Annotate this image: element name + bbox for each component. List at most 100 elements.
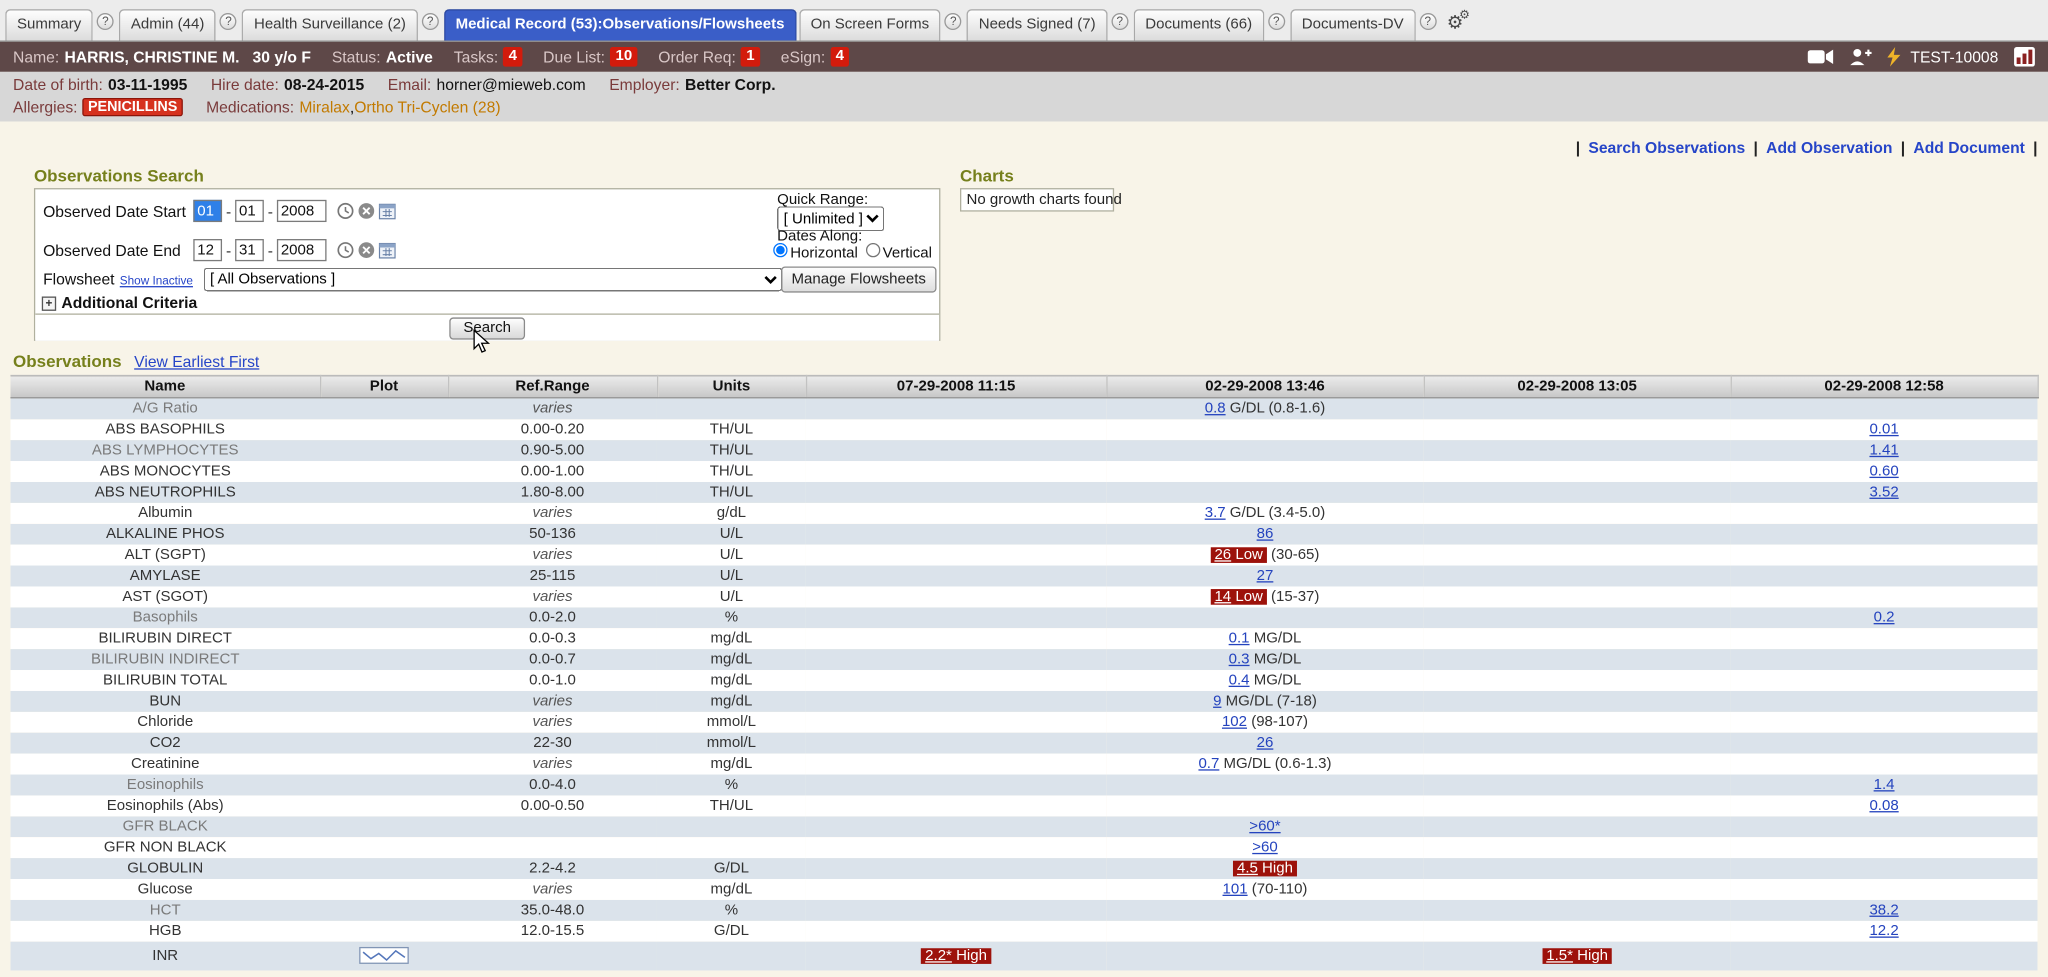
medication-link-ortho-tri-cyclen[interactable]: Ortho Tri-Cyclen (28) — [354, 98, 500, 116]
radio-horizontal[interactable]: Horizontal — [773, 243, 858, 261]
observation-row: ABS MONOCYTES0.00-1.00TH/UL0.60 — [10, 461, 2037, 482]
chart-icon[interactable] — [2014, 47, 2035, 67]
observation-value-link[interactable]: 0.1 — [1229, 631, 1250, 647]
observation-value-link[interactable]: 9 — [1213, 694, 1221, 710]
observation-value-link[interactable]: 0.7 — [1198, 756, 1219, 772]
clear-date-icon[interactable] — [358, 242, 375, 259]
plot-cell — [320, 440, 448, 461]
tasks-badge[interactable]: 4 — [503, 47, 522, 67]
abnormal-value-badge[interactable]: 4.5 High — [1233, 861, 1297, 877]
due-list-badge[interactable]: 10 — [610, 47, 637, 67]
gear-icon[interactable]: ⚙⚙ — [1447, 12, 1463, 34]
additional-criteria-toggle[interactable]: + Additional Criteria — [42, 294, 197, 312]
order-req-badge[interactable]: 1 — [741, 47, 760, 67]
help-icon[interactable]: ? — [1268, 12, 1285, 29]
tab-documents[interactable]: Documents (66) — [1134, 9, 1264, 40]
observation-value-link[interactable]: >60* — [1249, 819, 1280, 835]
help-icon[interactable]: ? — [422, 12, 439, 29]
time-picker-icon[interactable] — [337, 202, 354, 219]
calendar-icon[interactable] — [379, 242, 396, 259]
view-earliest-first-link[interactable]: View Earliest First — [134, 353, 259, 371]
observation-value-link[interactable]: 3.7 — [1205, 505, 1226, 521]
inr-sparkline[interactable] — [359, 948, 409, 965]
time-picker-icon[interactable] — [337, 242, 354, 259]
calendar-icon[interactable] — [379, 202, 396, 219]
date-start-year-input[interactable] — [277, 200, 327, 222]
help-icon[interactable]: ? — [97, 12, 114, 29]
link-add-document[interactable]: Add Document — [1913, 138, 2024, 156]
tab-label: Admin (44) — [131, 17, 204, 33]
observation-value-link[interactable]: 0.01 — [1869, 422, 1898, 438]
observation-value-link[interactable]: 27 — [1257, 568, 1274, 584]
value-cell — [1731, 879, 2038, 900]
observation-value-link[interactable]: 26 — [1257, 735, 1274, 751]
video-camera-icon[interactable] — [1807, 48, 1833, 65]
date-start-month-input[interactable] — [193, 200, 222, 222]
radio-vertical[interactable]: Vertical — [866, 243, 932, 261]
observation-value-link[interactable]: 38.2 — [1869, 903, 1898, 919]
units-cell: U/L — [657, 524, 806, 545]
date-start-day-input[interactable] — [235, 200, 264, 222]
date-end-month-input[interactable] — [193, 239, 222, 261]
value-cell: 2.2* High — [806, 942, 1106, 971]
tab-medical-record-active[interactable]: Medical Record (53):Observations/Flowshe… — [444, 9, 796, 40]
lightning-icon[interactable] — [1887, 47, 1900, 67]
tab-on-screen-forms[interactable]: On Screen Forms — [799, 9, 941, 40]
charts-empty-message: No growth charts found — [960, 188, 1114, 212]
quick-range-select[interactable]: [ Unlimited ] — [777, 206, 884, 231]
observation-value-link[interactable]: 12.2 — [1869, 923, 1898, 939]
observation-value-link[interactable]: 1.41 — [1869, 443, 1898, 459]
tab-health-surveillance[interactable]: Health Surveillance (2) — [242, 9, 417, 40]
date-separator: - — [268, 241, 273, 259]
tab-documents-dv[interactable]: Documents-DV — [1290, 9, 1415, 40]
observation-value-link[interactable]: 0.8 — [1205, 401, 1226, 417]
expand-plus-icon[interactable]: + — [42, 296, 56, 310]
value-cell — [1424, 586, 1731, 607]
abnormal-value-badge[interactable]: 14 Low — [1211, 589, 1267, 605]
value-cell — [1731, 503, 2038, 524]
value-cell: 27 — [1106, 566, 1423, 587]
clear-date-icon[interactable] — [358, 202, 375, 219]
date-end-day-input[interactable] — [235, 239, 264, 261]
observation-value-link[interactable]: 0.3 — [1229, 652, 1250, 668]
plot-cell — [320, 566, 448, 587]
help-icon[interactable]: ? — [220, 12, 237, 29]
observation-value-link[interactable]: 0.2 — [1874, 610, 1895, 626]
medication-link-miralax[interactable]: Miralax — [299, 98, 350, 116]
esign-badge[interactable]: 4 — [830, 47, 849, 67]
help-icon[interactable]: ? — [945, 12, 962, 29]
plot-cell — [320, 712, 448, 733]
value-cell — [1424, 649, 1731, 670]
help-icon[interactable]: ? — [1111, 12, 1128, 29]
observation-value-link[interactable]: 3.52 — [1869, 485, 1898, 501]
flowsheet-select[interactable]: [ All Observations ] — [203, 268, 782, 292]
manage-flowsheets-button[interactable]: Manage Flowsheets — [781, 266, 936, 292]
add-person-icon[interactable] — [1849, 48, 1871, 65]
tab-summary[interactable]: Summary — [5, 9, 93, 40]
observation-value-link[interactable]: 102 — [1222, 714, 1247, 730]
observation-value-link[interactable]: 0.60 — [1869, 464, 1898, 480]
observation-value-link[interactable]: 0.4 — [1229, 673, 1250, 689]
observation-name: HGB — [10, 921, 320, 942]
value-cell — [1106, 775, 1423, 796]
observation-value-link[interactable]: 0.08 — [1869, 798, 1898, 814]
observation-value-link[interactable]: 101 — [1223, 882, 1248, 898]
plot-cell — [320, 858, 448, 879]
value-cell: 0.01 — [1731, 419, 2038, 440]
observation-value-link[interactable]: 1.4 — [1874, 777, 1895, 793]
observation-value-link[interactable]: 86 — [1257, 526, 1274, 542]
help-icon[interactable]: ? — [1419, 12, 1436, 29]
abnormal-value-badge[interactable]: 1.5* High — [1542, 948, 1612, 964]
tab-needs-signed[interactable]: Needs Signed (7) — [967, 9, 1107, 40]
allergy-penicillins-badge[interactable]: PENICILLINS — [83, 98, 183, 116]
tab-admin[interactable]: Admin (44) — [119, 9, 216, 40]
abnormal-value-badge[interactable]: 2.2* High — [921, 948, 991, 964]
date-end-year-input[interactable] — [277, 239, 327, 261]
quick-range-label: Quick Range: — [777, 192, 868, 208]
abnormal-value-badge[interactable]: 26 Low — [1211, 547, 1267, 563]
link-search-observations[interactable]: Search Observations — [1588, 138, 1745, 156]
show-inactive-link[interactable]: Show Inactive — [120, 274, 193, 287]
observation-value-link[interactable]: >60 — [1252, 840, 1277, 856]
search-button[interactable]: Search — [449, 317, 525, 339]
link-add-observation[interactable]: Add Observation — [1766, 138, 1892, 156]
